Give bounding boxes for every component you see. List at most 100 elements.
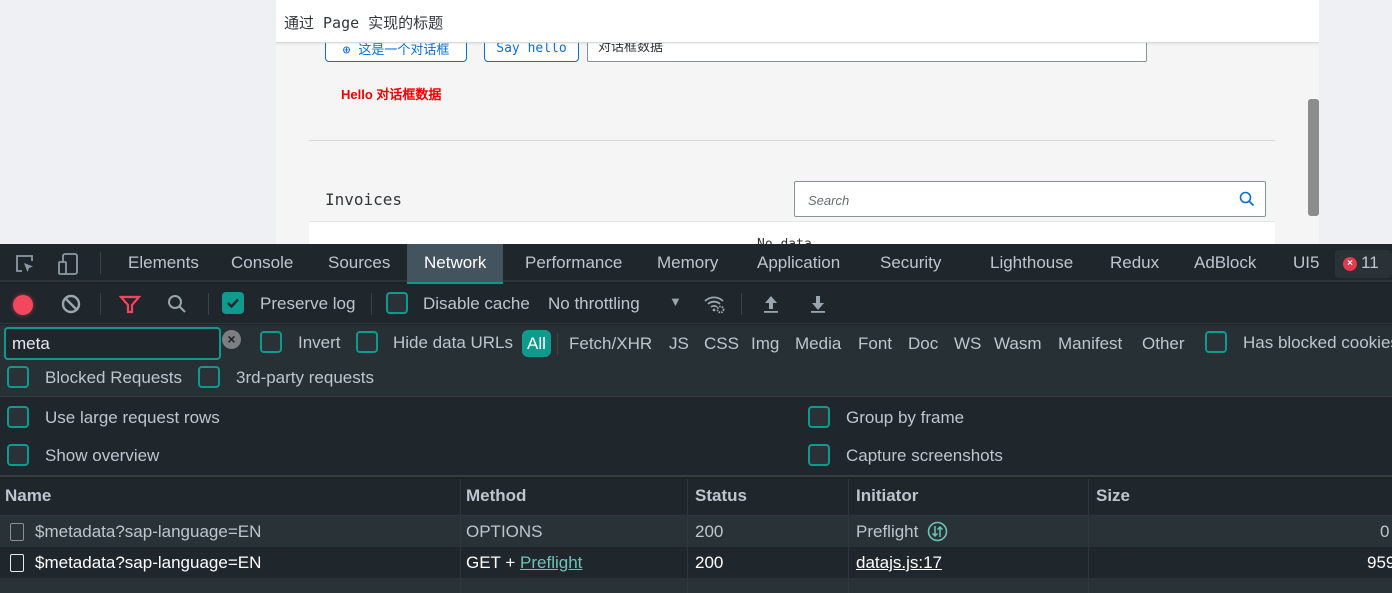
blocked-requests-label[interactable]: Blocked Requests: [45, 368, 182, 388]
filter-icon[interactable]: [119, 293, 141, 315]
tab-elements[interactable]: Elements: [128, 244, 199, 282]
disable-cache-checkbox[interactable]: [386, 292, 408, 314]
preserve-log-label[interactable]: Preserve log: [260, 294, 355, 314]
capture-screenshots-checkbox[interactable]: [808, 444, 830, 466]
tab-console[interactable]: Console: [231, 244, 293, 282]
tab-lighthouse[interactable]: Lighthouse: [990, 244, 1073, 282]
tabbar-separator: [100, 252, 101, 274]
type-filter-media[interactable]: Media: [795, 330, 841, 357]
has-blocked-cookies-checkbox[interactable]: [1205, 331, 1227, 353]
type-filter-font[interactable]: Font: [858, 330, 892, 357]
export-har-icon[interactable]: [807, 293, 829, 315]
tab-performance[interactable]: Performance: [525, 244, 622, 282]
hide-data-urls-label[interactable]: Hide data URLs: [393, 333, 513, 353]
type-filter-js[interactable]: JS: [669, 330, 689, 357]
invert-label[interactable]: Invert: [298, 333, 341, 353]
table-row[interactable]: $metadata?sap-language=EN OPTIONS 200 Pr…: [0, 516, 1392, 547]
search-icon[interactable]: [166, 293, 188, 315]
column-resizer[interactable]: [687, 479, 688, 593]
search-icon[interactable]: [1239, 191, 1255, 207]
tab-network[interactable]: Network: [407, 244, 504, 284]
section-divider: [309, 140, 1275, 141]
web-page: 通过 Page 实现的标题 ⊕ 这是一个对话框 Say hello 对话框数据 …: [0, 0, 1392, 244]
chevron-down-icon[interactable]: ▼: [669, 294, 682, 309]
capture-screenshots-label[interactable]: Capture screenshots: [846, 446, 1003, 466]
column-resizer[interactable]: [1088, 479, 1089, 593]
type-filter-css[interactable]: CSS: [704, 330, 739, 357]
group-by-frame-label[interactable]: Group by frame: [846, 408, 964, 428]
preserve-log-checkbox[interactable]: [222, 292, 244, 314]
filter-input[interactable]: meta: [4, 327, 221, 360]
column-header-method[interactable]: Method: [461, 479, 526, 516]
network-conditions-icon[interactable]: [703, 293, 725, 315]
preflight-icon[interactable]: [927, 521, 948, 542]
large-rows-checkbox[interactable]: [7, 406, 29, 428]
show-overview-label[interactable]: Show overview: [45, 446, 159, 466]
tab-redux[interactable]: Redux: [1110, 244, 1159, 282]
third-party-checkbox[interactable]: [198, 366, 220, 388]
request-status: 200: [695, 553, 724, 572]
page-content: 通过 Page 实现的标题 ⊕ 这是一个对话框 Say hello 对话框数据 …: [276, 0, 1319, 244]
toolbar-separator: [741, 293, 742, 315]
preflight-link[interactable]: Preflight: [520, 553, 582, 572]
request-initiator: Preflight: [856, 522, 919, 541]
invoices-title: Invoices: [325, 190, 403, 209]
error-count-badge[interactable]: × 11: [1335, 250, 1392, 278]
group-by-frame-checkbox[interactable]: [808, 406, 830, 428]
type-filter-img[interactable]: Img: [751, 330, 779, 357]
tab-sources[interactable]: Sources: [328, 244, 390, 282]
device-toolbar-icon[interactable]: [57, 252, 81, 276]
record-button[interactable]: [13, 295, 33, 315]
type-filter-manifest[interactable]: Manifest: [1058, 330, 1122, 357]
invoices-search-input[interactable]: Search: [794, 181, 1266, 217]
tab-adblock[interactable]: AdBlock: [1194, 244, 1256, 282]
network-toolbar: Preserve log Disable cache No throttling…: [0, 284, 1392, 324]
requests-table: Name Method Status Initiator Size $metad…: [0, 479, 1392, 593]
column-header-status[interactable]: Status: [690, 479, 747, 516]
tab-ui5[interactable]: UI5: [1293, 244, 1319, 282]
page-scrollbar-thumb[interactable]: [1308, 99, 1319, 216]
hide-data-urls-checkbox[interactable]: [356, 331, 378, 353]
type-filter-other[interactable]: Other: [1142, 330, 1185, 357]
request-name[interactable]: $metadata?sap-language=EN: [35, 547, 261, 578]
disable-cache-label[interactable]: Disable cache: [423, 294, 530, 314]
inspect-element-icon[interactable]: [13, 252, 37, 276]
type-filter-ws[interactable]: WS: [954, 330, 981, 357]
checkmark-icon: [227, 298, 239, 309]
tab-memory[interactable]: Memory: [657, 244, 718, 282]
type-filter-wasm[interactable]: Wasm: [994, 330, 1042, 357]
tab-security[interactable]: Security: [880, 244, 941, 282]
blocked-requests-checkbox[interactable]: [7, 366, 29, 388]
request-status: 200: [695, 522, 724, 541]
column-header-size[interactable]: Size: [1091, 479, 1130, 516]
clear-filter-icon[interactable]: ×: [222, 330, 241, 349]
document-icon: [10, 554, 24, 572]
throttling-select[interactable]: No throttling: [548, 294, 640, 314]
error-icon: ×: [1343, 257, 1357, 271]
import-har-icon[interactable]: [760, 293, 782, 315]
column-resizer[interactable]: [848, 479, 849, 593]
invert-checkbox[interactable]: [260, 331, 282, 353]
show-overview-checkbox[interactable]: [7, 444, 29, 466]
has-blocked-cookies-label[interactable]: Has blocked cookies: [1243, 333, 1392, 353]
column-resizer[interactable]: [460, 479, 461, 593]
table-row[interactable]: $metadata?sap-language=EN GET + Prefligh…: [0, 547, 1392, 578]
tab-application[interactable]: Application: [757, 244, 840, 282]
page-title: 通过 Page 实现的标题: [284, 14, 444, 32]
type-filter-all[interactable]: All: [522, 330, 551, 357]
search-placeholder: Search: [808, 193, 850, 208]
type-filter-doc[interactable]: Doc: [908, 330, 938, 357]
filter-separator: [557, 333, 558, 355]
devtools-tabbar: Elements Console Sources Network Performance…: [0, 244, 1392, 284]
clear-icon[interactable]: [60, 293, 82, 315]
large-rows-label[interactable]: Use large request rows: [45, 408, 220, 428]
request-name[interactable]: $metadata?sap-language=EN: [35, 516, 261, 547]
third-party-label[interactable]: 3rd-party requests: [236, 368, 374, 388]
devtools-panel: Elements Console Sources Network Performance…: [0, 244, 1392, 593]
page-header: 通过 Page 实现的标题: [276, 0, 1319, 43]
initiator-link[interactable]: datajs.js:17: [856, 547, 942, 578]
type-filter-fetch-xhr[interactable]: Fetch/XHR: [569, 330, 652, 357]
column-header-initiator[interactable]: Initiator: [851, 479, 918, 516]
network-settings: Use large request rows Show overview Gro…: [0, 397, 1392, 477]
column-header-name[interactable]: Name: [0, 479, 51, 516]
